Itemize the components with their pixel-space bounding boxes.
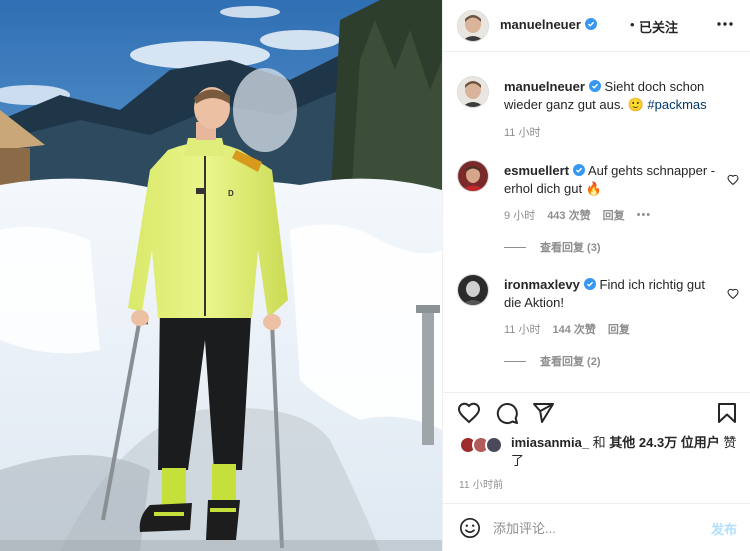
commenter-avatar[interactable] xyxy=(457,274,489,306)
comment-like-heart-icon[interactable] xyxy=(727,288,739,300)
liker-avatars[interactable] xyxy=(459,436,507,456)
caption-time[interactable]: 11 小时 xyxy=(504,124,540,140)
reply-button[interactable]: 回复 xyxy=(608,321,630,337)
post-photo[interactable]: D xyxy=(0,0,442,551)
view-replies-button[interactable]: 查看回复 (3) xyxy=(504,239,601,255)
verified-badge-icon xyxy=(588,80,601,92)
like-heart-icon[interactable] xyxy=(457,401,481,425)
view-replies-label[interactable]: 查看回复 (2) xyxy=(540,353,601,369)
comment-body: esmuellert Auf gehts schnapper - erhol d… xyxy=(504,162,724,198)
caption-body: manuelneuer Sieht doch schon wieder ganz… xyxy=(504,78,724,114)
photo-scene: D xyxy=(0,0,442,551)
comment-meta: 9 小时 443 次赞 回复 ••• xyxy=(504,207,651,223)
comment-options-icon[interactable]: ••• xyxy=(637,209,652,221)
post-header: manuelneuer • 已关注 xyxy=(443,0,750,52)
comment-bubble-icon[interactable] xyxy=(495,401,519,425)
comment-likes[interactable]: 443 次赞 xyxy=(547,207,590,223)
replies-line xyxy=(504,360,526,362)
verified-badge-icon xyxy=(573,164,586,176)
emoji-icon[interactable] xyxy=(459,517,481,539)
comment-body: ironmaxlevy Find ich richtig gut die Akt… xyxy=(504,276,724,312)
comment-meta: 11 小时 144 次赞 回复 xyxy=(504,321,630,337)
commenter-avatar[interactable] xyxy=(457,160,489,192)
comment-like-heart-icon[interactable] xyxy=(727,174,739,186)
reply-button[interactable]: 回复 xyxy=(603,207,625,223)
author-username-text[interactable]: manuelneuer xyxy=(500,17,581,32)
likes-count[interactable]: 其他 24.3万 位用户 xyxy=(609,435,720,450)
comment-username[interactable]: esmuellert xyxy=(504,163,569,178)
action-bar xyxy=(443,392,750,428)
ellipsis-icon[interactable] xyxy=(715,14,735,34)
caption-username[interactable]: manuelneuer xyxy=(504,79,585,94)
hashtag-link[interactable]: #packmas xyxy=(647,97,706,112)
comment-time[interactable]: 11 小时 xyxy=(504,321,540,337)
caption-meta: 11 小时 xyxy=(504,124,540,140)
replies-line xyxy=(504,246,526,248)
view-replies-button[interactable]: 查看回复 (2) xyxy=(504,353,601,369)
comment-input[interactable] xyxy=(493,518,693,538)
author-username[interactable]: manuelneuer xyxy=(500,17,597,32)
share-paper-plane-icon[interactable] xyxy=(531,401,555,425)
add-comment-bar: 发布 xyxy=(443,503,750,551)
likes-connector: 和 xyxy=(589,435,610,450)
instagram-post: D manuelneuer • 已关注 manuelneuer Sieht do… xyxy=(0,0,750,551)
comment-likes[interactable]: 144 次赞 xyxy=(552,321,595,337)
comments-list[interactable]: manuelneuer Sieht doch schon wieder ganz… xyxy=(443,53,750,391)
post-comment-button[interactable]: 发布 xyxy=(711,519,737,538)
following-button[interactable]: 已关注 xyxy=(639,17,678,36)
header-separator: • xyxy=(630,17,635,32)
verified-badge-icon xyxy=(583,278,596,290)
post-side-panel: manuelneuer • 已关注 manuelneuer Sieht doch… xyxy=(442,0,750,551)
liker-username[interactable]: imiasanmia_ xyxy=(511,435,589,450)
liker-avatar xyxy=(485,436,503,454)
jacket-logo: D xyxy=(228,189,234,198)
comment-time[interactable]: 9 小时 xyxy=(504,207,535,223)
comment-username[interactable]: ironmaxlevy xyxy=(504,277,580,292)
caption-avatar[interactable] xyxy=(457,76,489,108)
verified-badge-icon xyxy=(584,18,597,30)
post-timestamp[interactable]: 11 小时前 xyxy=(459,476,503,491)
view-replies-label[interactable]: 查看回复 (3) xyxy=(540,239,601,255)
bookmark-icon[interactable] xyxy=(715,401,739,425)
author-avatar[interactable] xyxy=(457,10,489,42)
likes-summary: imiasanmia_ 和 其他 24.3万 位用户 赞了 xyxy=(459,434,745,470)
